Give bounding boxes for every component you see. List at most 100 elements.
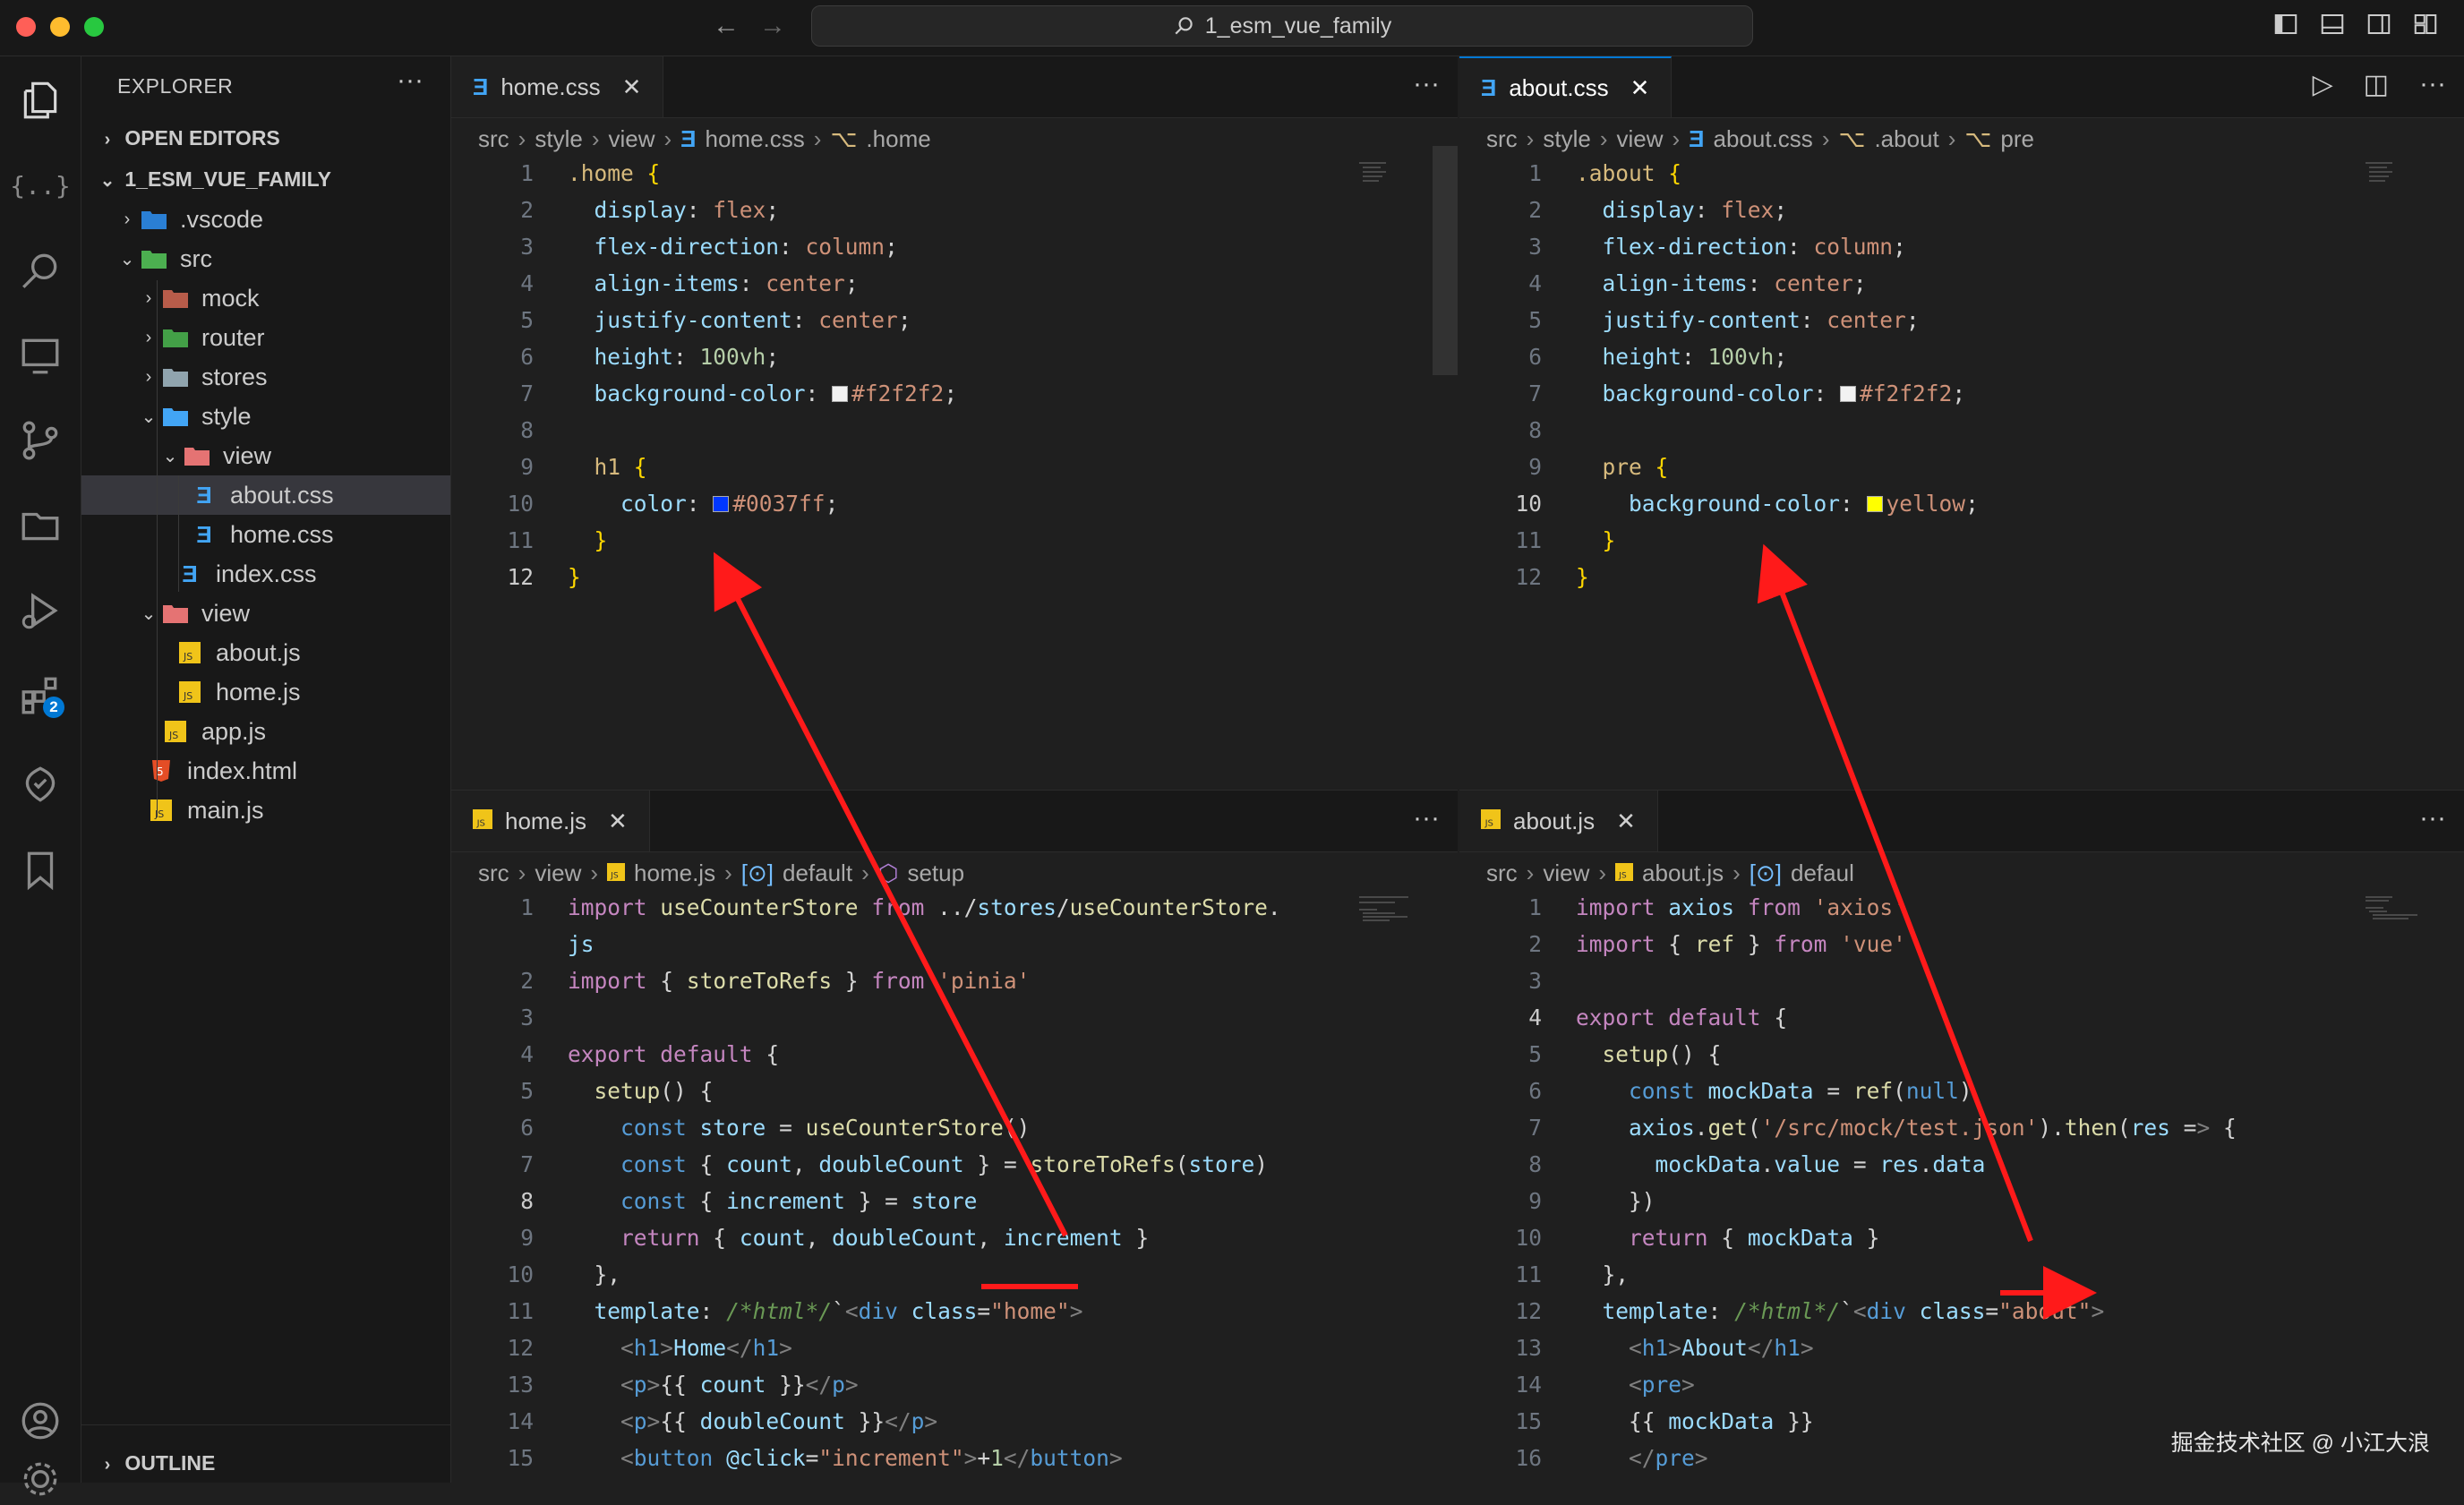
breadcrumb-item[interactable]: style <box>1543 125 1590 153</box>
breadcrumb-item[interactable]: setup <box>907 859 964 887</box>
forward-arrow-icon[interactable]: → <box>759 11 786 41</box>
settings-gear-icon[interactable] <box>14 1453 66 1505</box>
tree-item-stores[interactable]: › stores <box>81 357 450 397</box>
split-editor-icon[interactable]: ◫ <box>2364 69 2389 100</box>
tree-item-mock[interactable]: › mock <box>81 278 450 318</box>
minimap[interactable] <box>2366 162 2419 216</box>
more-actions-icon[interactable]: ··· <box>2419 69 2446 100</box>
outline-section[interactable]: › OUTLINE <box>96 1451 216 1475</box>
code-line[interactable]: 2 import { ref } from 'vue' <box>1459 928 2464 961</box>
minimap[interactable] <box>1359 162 1413 216</box>
minimap[interactable] <box>1359 896 1413 950</box>
code-line[interactable]: 14 <p>{{ doubleCount }}</p> <box>451 1406 1458 1438</box>
breadcrumb-item[interactable]: .about <box>1874 125 1938 153</box>
json-outline-icon[interactable]: {..} <box>10 159 70 211</box>
code-line[interactable]: 6 height: 100vh; <box>1459 341 2464 373</box>
code-line[interactable]: 12 template: /*html*/`<div class="about"… <box>1459 1295 2464 1328</box>
breadcrumb-item[interactable]: default <box>783 859 852 887</box>
code-line[interactable]: 9 pre { <box>1459 451 2464 483</box>
code-line[interactable]: 8 <box>1459 415 2464 447</box>
more-actions-icon[interactable]: ··· <box>1413 69 1440 99</box>
code-line[interactable]: 16 </div>` <box>451 1479 1458 1484</box>
project-manager-icon[interactable] <box>14 500 66 552</box>
minimap[interactable] <box>2366 896 2419 950</box>
open-editors-section[interactable]: › OPEN EDITORS <box>96 126 280 150</box>
code-line[interactable]: 15 <button @click="increment">+1</button… <box>451 1442 1458 1475</box>
code-line[interactable]: 1 .about { <box>1459 158 2464 190</box>
tab-home-css[interactable]: Ǝ home.css ✕ <box>451 56 664 117</box>
code-line[interactable]: 9 return { count, doubleCount, increment… <box>451 1222 1458 1254</box>
tree-item-index-css[interactable]: Ǝindex.css <box>81 554 450 594</box>
close-tab-icon[interactable]: ✕ <box>622 73 642 101</box>
remote-explorer-icon[interactable] <box>14 329 66 381</box>
code-line[interactable]: 5 setup() { <box>451 1075 1458 1107</box>
code-line[interactable]: 12} <box>451 561 1458 594</box>
code-area[interactable]: 1 import useCounterStore from ../stores/u… <box>451 892 1458 1484</box>
tree-item-view[interactable]: ⌄ view <box>81 594 450 633</box>
extensions-icon[interactable]: 2 <box>14 670 66 722</box>
code-line[interactable]: 10 background-color: yellow; <box>1459 488 2464 520</box>
code-line[interactable]: 10 return { mockData } <box>1459 1222 2464 1254</box>
code-line[interactable]: 5 setup() { <box>1459 1039 2464 1071</box>
breadcrumb-item[interactable]: view <box>1616 125 1663 153</box>
tree-item-app-js[interactable]: JS app.js <box>81 712 450 751</box>
tab-about-css[interactable]: Ǝ about.css ✕ <box>1459 56 1673 117</box>
code-line[interactable]: 17 </div>` <box>1459 1479 2464 1484</box>
breadcrumb-item[interactable]: home.css <box>706 125 805 153</box>
explorer-icon[interactable] <box>14 74 66 126</box>
code-line[interactable]: 2 display: flex; <box>451 194 1458 227</box>
code-line[interactable]: 10 }, <box>451 1259 1458 1291</box>
close-tab-icon[interactable]: ✕ <box>1616 808 1636 835</box>
code-line[interactable]: 7 axios.get('/src/mock/test.json').then(… <box>1459 1112 2464 1144</box>
breadcrumb-item[interactable]: src <box>1486 859 1518 887</box>
breadcrumb-item[interactable]: view <box>1543 859 1589 887</box>
tree-item-style[interactable]: ⌄ style <box>81 397 450 436</box>
breadcrumb-item[interactable]: pre <box>2000 125 2034 153</box>
code-area[interactable]: 1 .about {2 display: flex; 3 flex-directio… <box>1459 158 2464 789</box>
code-line[interactable]: 6 const store = useCounterStore() <box>451 1112 1458 1144</box>
code-line[interactable]: 3 <box>1459 965 2464 997</box>
code-line[interactable]: 11 template: /*html*/`<div class="home"> <box>451 1295 1458 1328</box>
tree-item-style-view[interactable]: ⌄ view <box>81 436 450 475</box>
code-line[interactable]: 7 const { count, doubleCount } = storeTo… <box>451 1149 1458 1181</box>
breadcrumb-item[interactable]: .home <box>866 125 930 153</box>
more-actions-icon[interactable]: ··· <box>1413 803 1440 834</box>
code-line[interactable]: 8 const { increment } = store <box>451 1185 1458 1218</box>
breadcrumb-item[interactable]: defaul <box>1791 859 1854 887</box>
bookmarks-icon[interactable] <box>14 844 66 896</box>
testing-icon[interactable] <box>14 759 66 811</box>
code-line[interactable]: 3 flex-direction: column; <box>451 231 1458 263</box>
zoom-window-button[interactable] <box>84 17 104 37</box>
tree-item-home-js[interactable]: JS home.js <box>81 672 450 712</box>
breadcrumb-item[interactable]: view <box>608 125 654 153</box>
code-line[interactable]: 6 height: 100vh; <box>451 341 1458 373</box>
code-line[interactable]: 11 } <box>1459 525 2464 557</box>
code-line[interactable]: 9 h1 { <box>451 451 1458 483</box>
code-line[interactable]: 4 export default { <box>1459 1002 2464 1034</box>
code-line[interactable]: 5 justify-content: center; <box>1459 304 2464 337</box>
breadcrumb-item[interactable]: view <box>535 859 581 887</box>
tree-item-home-css[interactable]: Ǝhome.css <box>81 515 450 554</box>
close-window-button[interactable] <box>16 17 36 37</box>
tree-item-main-js[interactable]: JS main.js <box>81 791 450 830</box>
code-line[interactable]: js <box>451 928 1458 961</box>
account-icon[interactable] <box>14 1395 66 1447</box>
code-line[interactable]: 11 }, <box>1459 1259 2464 1291</box>
breadcrumb-item[interactable]: src <box>1486 125 1518 153</box>
code-line[interactable]: 13 <p>{{ count }}</p> <box>451 1369 1458 1401</box>
code-line[interactable]: 4 align-items: center; <box>1459 268 2464 300</box>
code-line[interactable]: 1 .home { <box>451 158 1458 190</box>
customize-layout-icon[interactable] <box>2412 11 2439 45</box>
code-line[interactable]: 13 <h1>About</h1> <box>1459 1332 2464 1364</box>
code-line[interactable]: 9 }) <box>1459 1185 2464 1218</box>
search-icon[interactable] <box>14 244 66 296</box>
tree-item-vscode[interactable]: › .vscode <box>81 200 450 239</box>
source-control-icon[interactable] <box>14 415 66 466</box>
code-area[interactable]: 1 .home { 2 display: flex; 3 flex-direction… <box>451 158 1458 789</box>
breadcrumb-item[interactable]: home.js <box>634 859 715 887</box>
code-line[interactable]: 14 <pre> <box>1459 1369 2464 1401</box>
code-line[interactable]: 1 import axios from 'axios' <box>1459 892 2464 924</box>
code-area[interactable]: 1 import axios from 'axios' 2 import { ref … <box>1459 892 2464 1484</box>
toggle-secondary-sidebar-icon[interactable] <box>2366 11 2392 45</box>
toggle-sidebar-icon[interactable] <box>2272 11 2299 45</box>
